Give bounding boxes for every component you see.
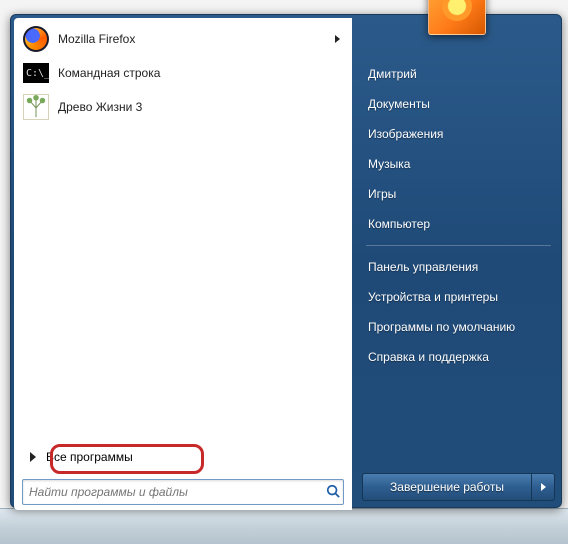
program-item-firefox[interactable]: Mozilla Firefox: [16, 22, 350, 56]
start-menu-right-pane: Дмитрий Документы Изображения Музыка Игр…: [352, 15, 561, 507]
search-box[interactable]: [22, 479, 344, 505]
search-input[interactable]: [23, 485, 323, 499]
separator: [366, 245, 551, 246]
all-programs-button[interactable]: Все программы: [24, 444, 342, 470]
program-item-tree[interactable]: Древо Жизни 3: [16, 90, 350, 124]
right-item-devices-printers[interactable]: Устройства и принтеры: [362, 282, 555, 312]
program-label: Mozilla Firefox: [58, 32, 335, 46]
right-item-help-support[interactable]: Справка и поддержка: [362, 342, 555, 372]
right-item-pictures[interactable]: Изображения: [362, 119, 555, 149]
search-icon[interactable]: [323, 484, 343, 501]
firefox-icon: [22, 25, 50, 53]
program-label: Древо Жизни 3: [58, 100, 344, 114]
flower-icon: [442, 0, 472, 21]
shutdown-options-button[interactable]: [531, 473, 555, 501]
chevron-right-icon: [30, 452, 36, 462]
taskbar[interactable]: [0, 508, 568, 544]
right-item-games[interactable]: Игры: [362, 179, 555, 209]
all-programs-label: Все программы: [46, 450, 133, 464]
right-item-computer[interactable]: Компьютер: [362, 209, 555, 239]
right-item-music[interactable]: Музыка: [362, 149, 555, 179]
system-links-list: Дмитрий Документы Изображения Музыка Игр…: [362, 59, 555, 372]
chevron-right-icon: [541, 483, 546, 491]
cmd-icon: C:\_: [22, 59, 50, 87]
submenu-arrow-icon: [335, 35, 340, 43]
start-menu-left-pane: Mozilla Firefox C:\_ Командная строка Др…: [14, 18, 352, 510]
shutdown-label: Завершение работы: [390, 480, 504, 494]
shutdown-button[interactable]: Завершение работы: [362, 473, 531, 501]
program-item-cmd[interactable]: C:\_ Командная строка: [16, 56, 350, 90]
right-item-control-panel[interactable]: Панель управления: [362, 252, 555, 282]
pinned-programs-list: Mozilla Firefox C:\_ Командная строка Др…: [14, 18, 352, 510]
right-item-documents[interactable]: Документы: [362, 89, 555, 119]
tree-icon: [22, 93, 50, 121]
shutdown-split-button: Завершение работы: [362, 473, 555, 501]
user-avatar[interactable]: [428, 0, 486, 35]
program-label: Командная строка: [58, 66, 344, 80]
right-item-user[interactable]: Дмитрий: [362, 59, 555, 89]
start-menu: Mozilla Firefox C:\_ Командная строка Др…: [10, 14, 562, 508]
right-item-default-programs[interactable]: Программы по умолчанию: [362, 312, 555, 342]
